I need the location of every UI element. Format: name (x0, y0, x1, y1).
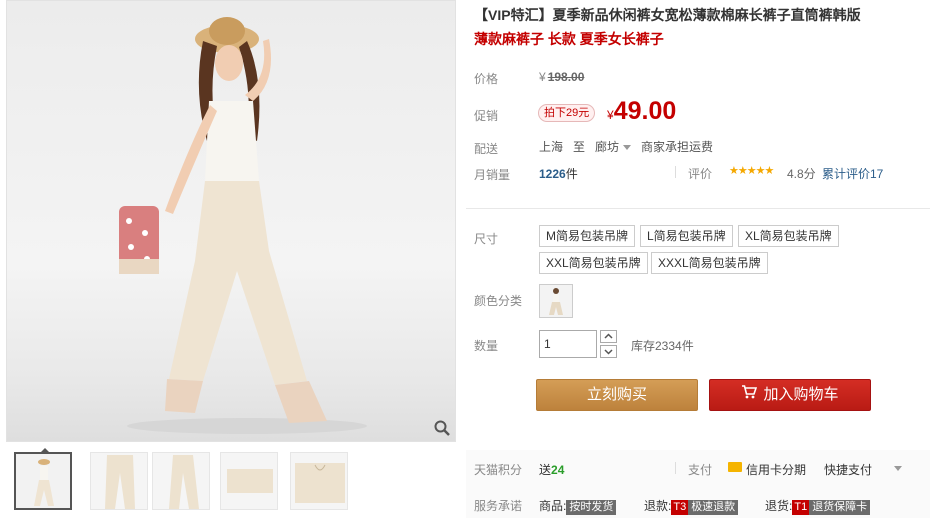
size-option-xxxl[interactable]: XXXL简易包装吊牌 (651, 252, 768, 274)
monthly-sales-label: 月销量 (474, 168, 511, 182)
add-to-cart-button[interactable]: 加入购物车 (709, 379, 871, 411)
shipping-destination[interactable]: 廊坊 (595, 140, 619, 154)
rating-label: 评价 (688, 167, 713, 181)
promo-price: ¥49.00 (607, 97, 676, 126)
quantity-increase-button[interactable] (600, 330, 617, 343)
shipping-from: 上海 (539, 140, 564, 154)
quantity-input[interactable]: 1 (539, 330, 597, 358)
thumbnail-4[interactable] (220, 452, 278, 510)
service-return: 退货: T1 退货保障卡 (765, 497, 871, 515)
return-code-badge: T1 (792, 500, 810, 515)
original-price: ¥198.00 (539, 70, 584, 84)
chevron-down-icon (604, 349, 613, 355)
model-illustration (119, 17, 367, 434)
chevron-down-icon[interactable] (894, 466, 902, 471)
credit-card-icon (728, 462, 742, 472)
payment-label: 支付 (688, 463, 713, 477)
total-reviews-link[interactable]: 累计评价17 (822, 165, 883, 182)
cart-icon (741, 380, 758, 410)
main-product-image[interactable] (6, 0, 456, 442)
original-price-value: 198.00 (547, 70, 585, 84)
color-option-swatch[interactable] (539, 284, 573, 318)
thumbnail-3[interactable] (152, 452, 210, 510)
thumbnail-strip (14, 452, 454, 512)
currency-symbol: ¥ (539, 70, 546, 84)
section-divider (466, 208, 930, 209)
size-option-l[interactable]: L简易包装吊牌 (640, 225, 733, 247)
stock-count: 库存2334件 (631, 339, 694, 353)
monthly-sales: 1226件 (539, 165, 578, 182)
quantity-decrease-button[interactable] (600, 345, 617, 358)
refund-code-badge: T3 (671, 500, 689, 515)
points-label: 天猫积分 (474, 463, 523, 477)
shipping-info: 上海至廊坊 商家承担运费 (539, 138, 723, 155)
divider (675, 462, 676, 474)
return-prefix: 退货: (765, 499, 793, 513)
quick-pay[interactable]: 快捷支付 (824, 461, 872, 478)
service-refund: 退款: T3 极速退款 (644, 497, 739, 515)
points-prefix: 送 (539, 463, 552, 477)
product-title: 【VIP特汇】夏季新品休闲裤女宽松薄款棉麻长裤子直筒裤韩版 (474, 7, 861, 23)
chevron-down-icon[interactable] (623, 145, 632, 151)
price-label: 价格 (474, 72, 499, 86)
on-time-shipping-badge: 按时发货 (566, 500, 617, 515)
promo-price-value: 49.00 (613, 97, 677, 125)
service-goods: 商品: 按时发货 (539, 497, 617, 515)
color-label: 颜色分类 (474, 294, 523, 308)
shipping-fee: 商家承担运费 (641, 140, 714, 154)
shipping-label: 配送 (474, 142, 499, 156)
fast-refund-badge: 极速退款 (688, 500, 739, 515)
promo-currency: ¥ (607, 108, 614, 122)
zoom-icon[interactable] (433, 419, 451, 437)
service-label: 服务承诺 (474, 499, 523, 513)
buy-now-button[interactable]: 立刻购买 (536, 379, 698, 411)
monthly-sales-count: 1226 (539, 167, 566, 181)
size-option-xxl[interactable]: XXL简易包装吊牌 (539, 252, 648, 274)
promo-label: 促销 (474, 109, 499, 123)
chevron-up-icon (604, 333, 613, 339)
goods-prefix: 商品: (539, 499, 567, 513)
return-guarantee-badge: 退货保障卡 (809, 500, 871, 515)
product-subtitle: 薄款麻裤子 长款 夏季女长裤子 (474, 31, 664, 47)
refund-prefix: 退款: (644, 499, 672, 513)
divider (675, 166, 676, 178)
thumbnail-2[interactable] (90, 452, 148, 510)
points-info: 送24 (539, 461, 564, 478)
quantity-label: 数量 (474, 339, 499, 353)
rating-score: 4.8分 (787, 167, 816, 181)
star-rating-icon: ★★★★★ (729, 165, 774, 177)
size-option-xl[interactable]: XL简易包装吊牌 (738, 225, 839, 247)
thumbnail-5[interactable] (290, 452, 348, 510)
shipping-to-word: 至 (573, 140, 586, 154)
add-to-cart-label: 加入购物车 (763, 386, 839, 403)
thumbnail-1[interactable] (14, 452, 72, 510)
promo-badge: 拍下29元 (538, 104, 596, 122)
monthly-sales-unit: 件 (565, 167, 578, 181)
points-value: 24 (551, 463, 565, 477)
size-label: 尺寸 (474, 232, 499, 246)
credit-card-installment[interactable]: 信用卡分期 (746, 461, 806, 478)
size-option-m[interactable]: M简易包装吊牌 (539, 225, 635, 247)
